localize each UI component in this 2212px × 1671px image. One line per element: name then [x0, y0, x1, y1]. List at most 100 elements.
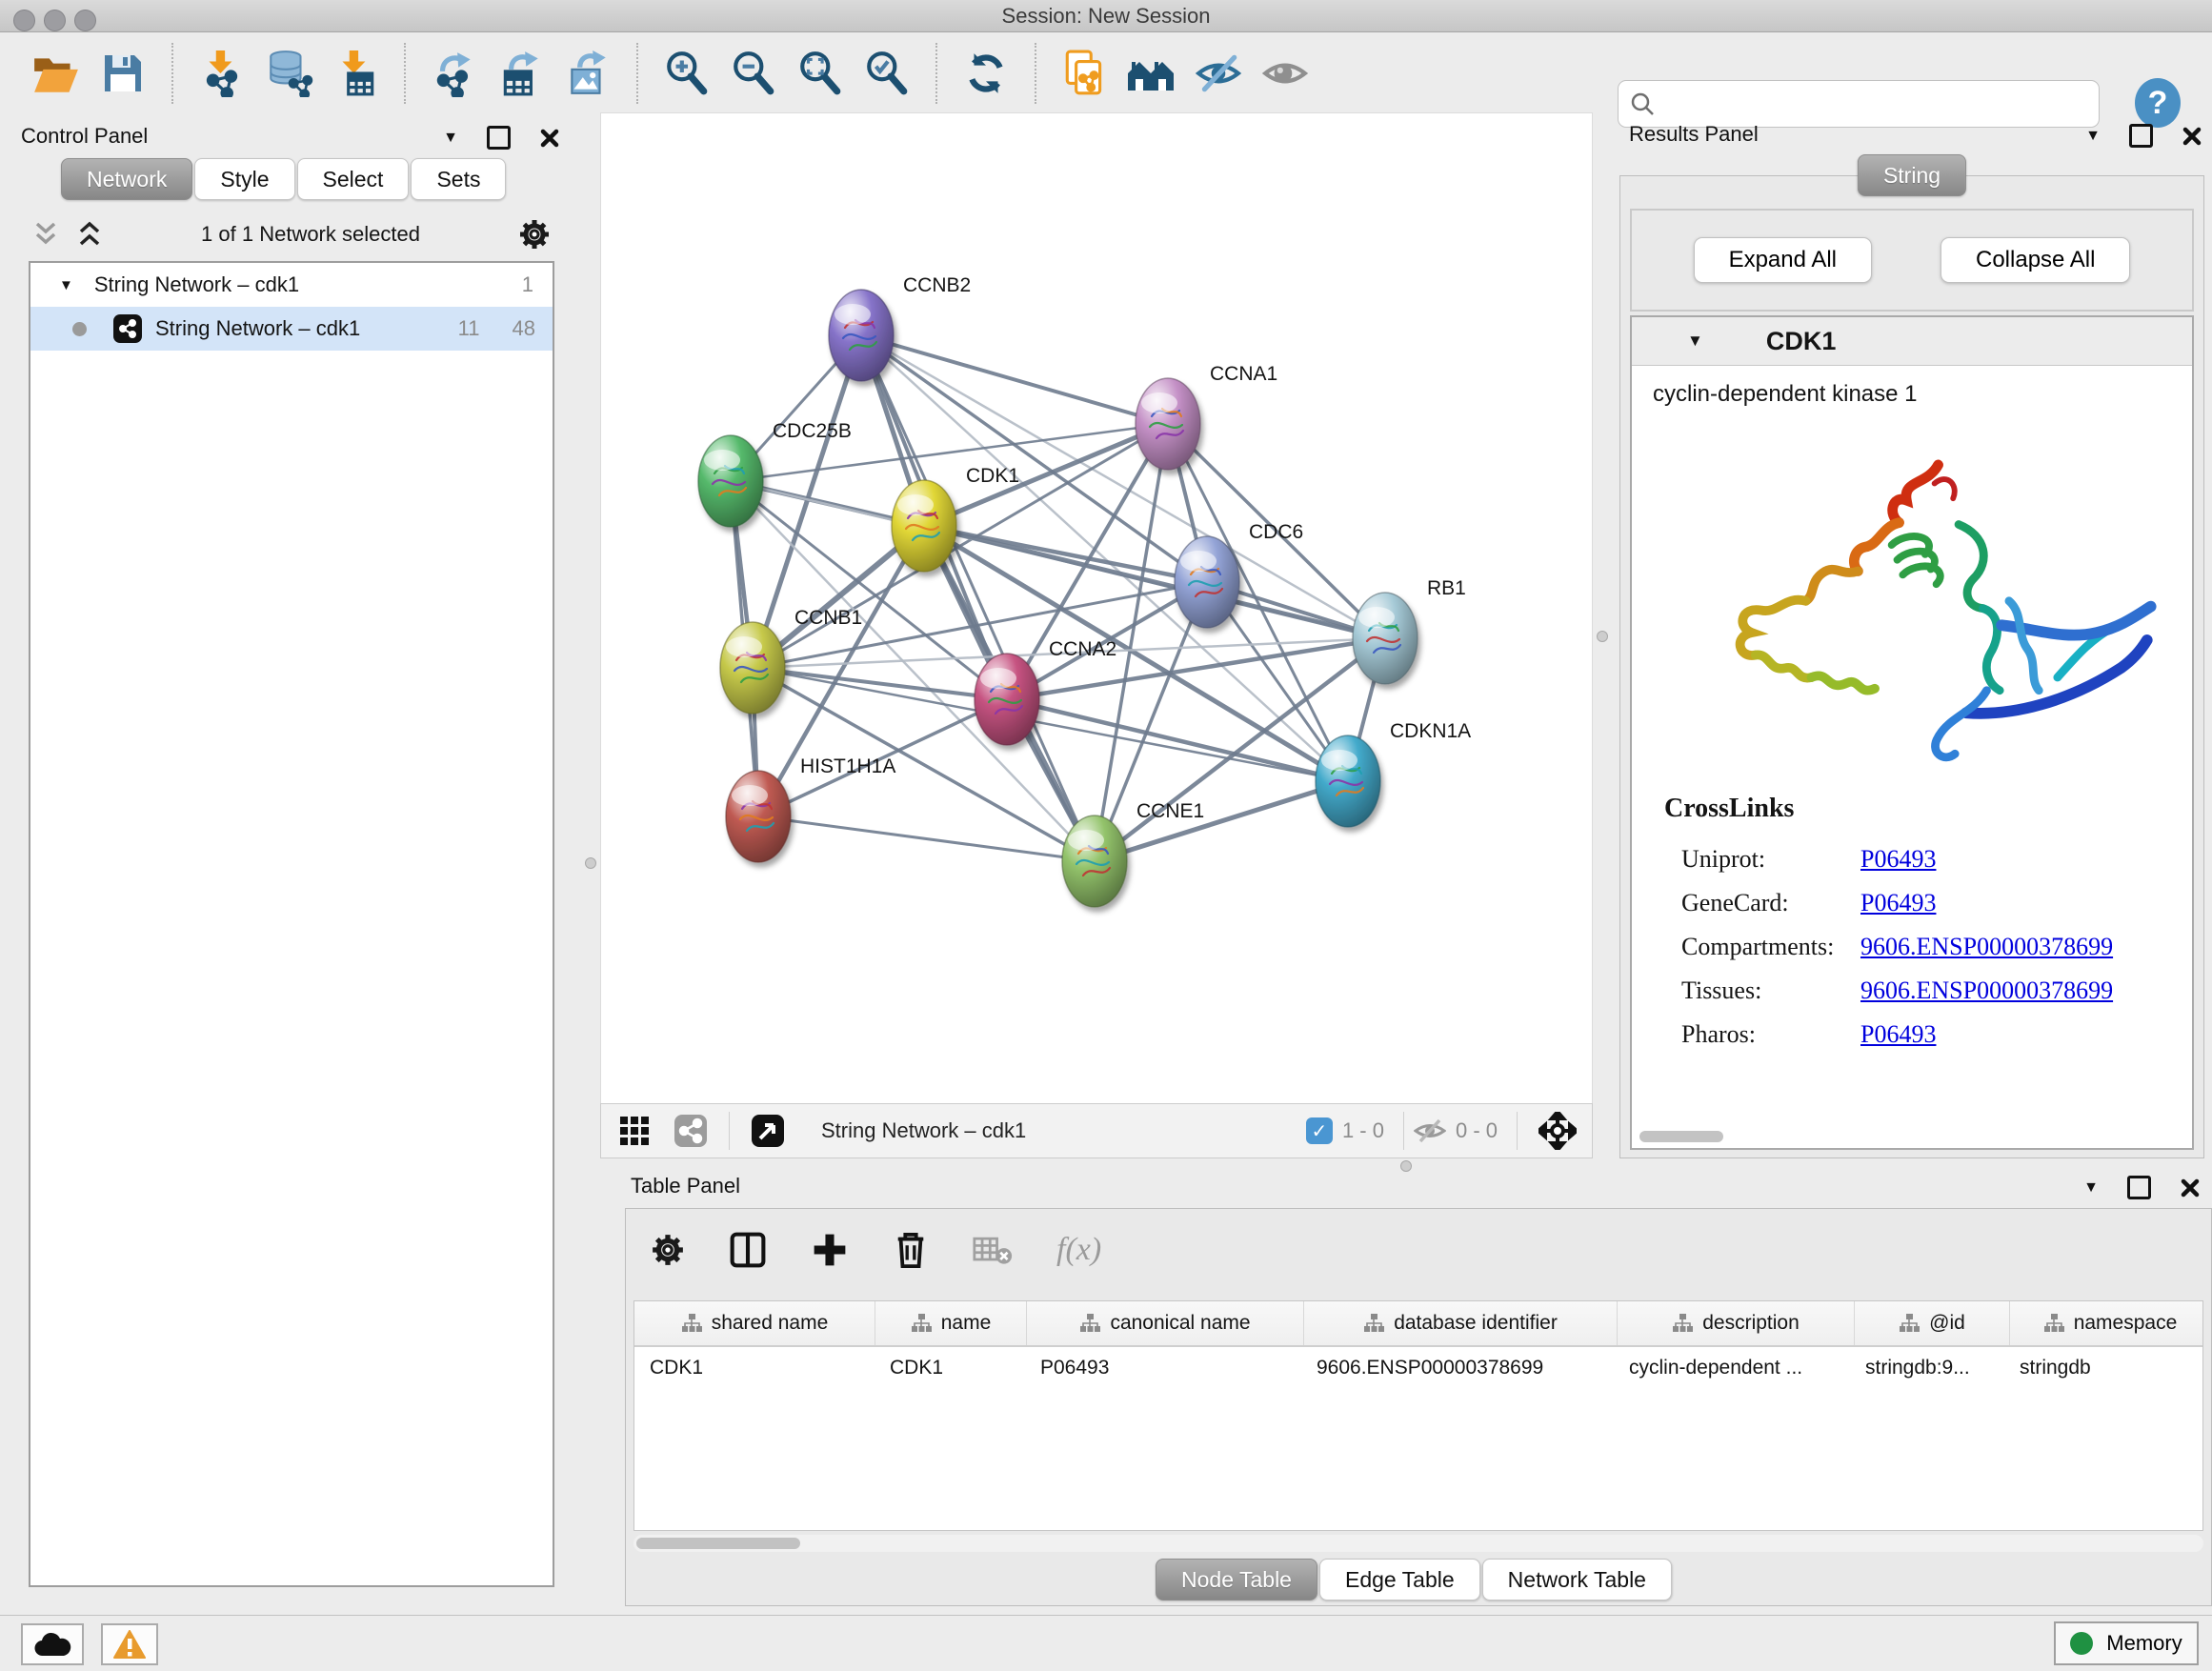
crosslink-link[interactable]: P06493 [1860, 845, 1936, 874]
network-view-canvas[interactable]: CCNB2CCNA1CDC25BCDK1CDC6RB1CCNB1CCNA2CDK… [600, 112, 1593, 1104]
close-panel-icon[interactable] [2180, 1178, 2201, 1198]
tab-network-table[interactable]: Network Table [1482, 1559, 1672, 1601]
fit-content-button[interactable] [1538, 1112, 1577, 1150]
window-close-dot[interactable] [13, 10, 35, 31]
memory-button[interactable]: Memory [2054, 1621, 2199, 1665]
refresh-button[interactable] [958, 45, 1014, 102]
window-minimize-dot[interactable] [44, 10, 66, 31]
entry-description: cyclin-dependent kinase 1 [1653, 381, 2192, 408]
warnings-button[interactable] [101, 1623, 158, 1665]
collapse-panel-icon[interactable]: ▼ [443, 131, 458, 146]
duplicate-network-button[interactable] [1057, 45, 1113, 102]
table-row[interactable]: CDK1CDK1P064939606.ENSP00000378699cyclin… [634, 1347, 2202, 1389]
import-table-button[interactable] [328, 45, 383, 102]
collection-expand-icon[interactable]: ▼ [59, 277, 73, 293]
import-network-button[interactable] [194, 45, 250, 102]
collapse-all-button[interactable]: Collapse All [1941, 237, 2130, 283]
open-session-button[interactable] [29, 45, 84, 102]
show-columns-icon[interactable] [729, 1231, 767, 1269]
collapse-all-icon[interactable] [32, 220, 59, 249]
show-all-icon [1260, 50, 1310, 97]
table-tabs: Node Table Edge Table Network Table [1156, 1559, 1674, 1601]
import-database-button[interactable] [261, 45, 316, 102]
window-zoom-dot[interactable] [74, 10, 96, 31]
selected-checkbox-icon[interactable]: ✓ [1306, 1117, 1333, 1144]
network-node-rb1[interactable]: RB1 [1353, 577, 1466, 684]
network-node-ccnb2[interactable]: CCNB2 [829, 274, 971, 381]
birdseye-view-button[interactable] [751, 1114, 785, 1148]
tab-sets[interactable]: Sets [411, 158, 506, 200]
column-header--id[interactable]: @id [1855, 1301, 2010, 1345]
network-collection-row[interactable]: ▼ String Network – cdk1 1 [30, 263, 553, 307]
float-panel-icon[interactable] [487, 126, 511, 150]
table-hscroll-thumb[interactable] [636, 1538, 800, 1549]
save-session-button[interactable] [95, 45, 151, 102]
tab-select[interactable]: Select [297, 158, 410, 200]
entry-collapse-icon[interactable]: ▼ [1687, 332, 1703, 351]
node-detail-header[interactable]: ▼ CDK1 [1632, 317, 2192, 366]
column-header-name[interactable]: name [875, 1301, 1027, 1345]
network-node-hist1h1a[interactable]: HIST1H1A [726, 755, 895, 862]
left-splitter-handle[interactable] [585, 857, 596, 869]
column-header-shared-name[interactable]: shared name [634, 1301, 875, 1345]
crosslink-link[interactable]: 9606.ENSP00000378699 [1860, 976, 2113, 1005]
crosslink-link[interactable]: P06493 [1860, 889, 1936, 917]
network-node-ccne1[interactable]: CCNE1 [1062, 800, 1204, 907]
add-column-icon[interactable] [811, 1231, 849, 1269]
zoom-out-button[interactable] [726, 45, 781, 102]
collapse-panel-icon[interactable]: ▼ [2083, 1180, 2099, 1196]
show-grid-button[interactable] [618, 1115, 651, 1147]
string-results-actions: Expand All Collapse All [1630, 209, 2194, 312]
tab-string[interactable]: String [1858, 154, 1966, 196]
zoom-fit-button[interactable] [793, 45, 848, 102]
network-node-cdkn1a[interactable]: CDKN1A [1316, 720, 1471, 827]
tab-node-table[interactable]: Node Table [1156, 1559, 1317, 1601]
column-header-database-identifier[interactable]: database identifier [1304, 1301, 1618, 1345]
tab-edge-table[interactable]: Edge Table [1319, 1559, 1480, 1601]
crosslink-link[interactable]: 9606.ENSP00000378699 [1860, 933, 2113, 961]
expand-all-button[interactable]: Expand All [1694, 237, 1872, 283]
cloud-status-button[interactable] [21, 1623, 84, 1665]
search-input[interactable] [1655, 91, 2099, 117]
window-title: Session: New Session [0, 0, 2212, 31]
external-view-icon [751, 1114, 785, 1148]
zoom-selected-button[interactable] [859, 45, 915, 102]
toolbar-separator [729, 1112, 730, 1150]
tab-style[interactable]: Style [194, 158, 294, 200]
collapse-panel-icon[interactable]: ▼ [2085, 129, 2101, 144]
network-row[interactable]: String Network – cdk1 11 48 [30, 307, 553, 351]
entry-hscroll-thumb[interactable] [1639, 1131, 1723, 1142]
expand-all-icon[interactable] [76, 220, 103, 249]
close-panel-icon[interactable] [2182, 126, 2202, 147]
network-options-gear-icon[interactable] [518, 218, 551, 251]
table-options-gear-icon[interactable] [651, 1233, 685, 1267]
export-image-button[interactable] [560, 45, 615, 102]
network-current-dot [72, 322, 87, 336]
zoom-in-button[interactable] [659, 45, 714, 102]
column-header-description[interactable]: description [1618, 1301, 1855, 1345]
tab-network[interactable]: Network [61, 158, 192, 200]
float-panel-icon[interactable] [2129, 124, 2153, 148]
column-header-namespace[interactable]: namespace [2010, 1301, 2203, 1345]
network-node-cdc25b[interactable]: CDC25B [698, 420, 852, 527]
hidden-eye-icon[interactable] [1414, 1117, 1446, 1145]
close-panel-icon[interactable] [539, 128, 560, 149]
crosslink-link[interactable]: P06493 [1860, 1020, 1936, 1049]
table-hscrollbar[interactable] [633, 1535, 2203, 1552]
network-node-ccna1[interactable]: CCNA1 [1136, 363, 1277, 470]
table-cell: cyclin-dependent ... [1614, 1357, 1850, 1379]
right-splitter-handle[interactable] [1597, 631, 1608, 642]
hide-selected-button[interactable] [1191, 45, 1246, 102]
float-panel-icon[interactable] [2127, 1176, 2151, 1199]
node-label: CCNA1 [1210, 363, 1277, 385]
show-all-button[interactable] [1257, 45, 1313, 102]
export-network-button[interactable] [427, 45, 482, 102]
first-neighbors-button[interactable] [1124, 45, 1179, 102]
crosshair-move-icon [1538, 1112, 1577, 1150]
bottom-splitter-handle[interactable] [1400, 1160, 1412, 1172]
delete-column-icon[interactable] [893, 1230, 929, 1270]
node-table[interactable]: shared namenamecanonical namedatabase id… [633, 1300, 2203, 1531]
network-share-view-button[interactable] [674, 1114, 708, 1148]
column-header-canonical-name[interactable]: canonical name [1027, 1301, 1304, 1345]
export-table-button[interactable] [493, 45, 549, 102]
